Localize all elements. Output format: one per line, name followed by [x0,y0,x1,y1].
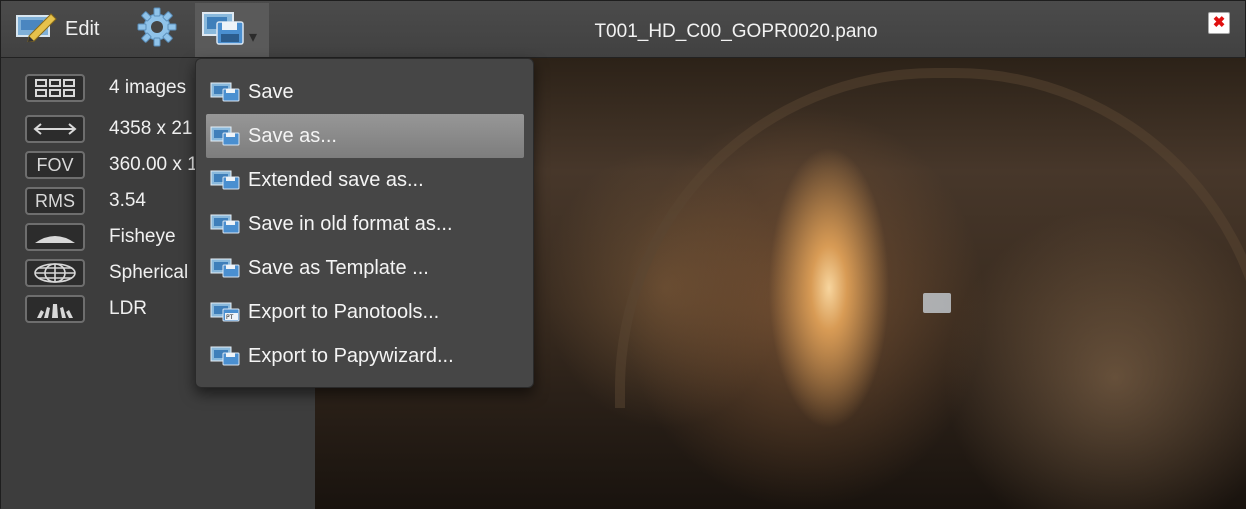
chevron-down-icon[interactable]: ▾ [249,27,257,47]
menu-item-extended-save-as[interactable]: Extended save as... [206,158,524,202]
save-icon [210,346,240,366]
pano-size: 4358 x 21 [109,118,193,139]
preview-light-spot [923,293,951,313]
menu-item-label: Extended save as... [248,168,424,191]
edit-label: Edit [65,17,100,40]
info-row-images: 4 images [25,73,186,103]
fisheye-lens-icon [25,223,85,251]
save-menu-button[interactable]: ▾ [195,3,269,57]
main-window: Edit ▾ T001_HD_C00_GOPR0020.pano ✖ 4 ima… [0,0,1246,509]
save-dropdown-menu: Save Save as... Extended save as... Save… [195,58,534,388]
grid-icon [25,74,85,102]
preview-arch-shape [615,68,1246,408]
info-row-rms: RMS 3.54 [25,186,146,216]
window-title: T001_HD_C00_GOPR0020.pano [594,21,878,42]
lens-type: Fisheye [109,226,176,247]
close-button[interactable]: ✖ [1208,12,1230,34]
info-row-fov: FOV 360.00 x 1 [25,150,198,180]
spherical-projection-icon [25,259,85,287]
projection-type: Spherical [109,262,189,283]
menu-item-save-as[interactable]: Save as... [206,114,524,158]
menu-item-save-old-format[interactable]: Save in old format as... [206,202,524,246]
images-count: 4 images [109,77,187,98]
edit-button[interactable]: Edit [15,9,123,49]
menu-item-export-panotools[interactable]: PT Export to Panotools... [206,290,524,334]
dynamic-range-icon [25,295,85,323]
menu-item-label: Save in old format as... [248,212,453,235]
range-type: LDR [109,298,148,319]
menu-item-label: Save [248,80,294,103]
fov-value: 360.00 x 1 [109,154,198,175]
settings-button[interactable] [135,7,179,52]
gear-icon [137,7,177,52]
fov-icon: FOV [25,151,85,179]
pt-badge: PT [226,314,234,321]
save-icon [210,214,240,234]
save-icon [210,126,240,146]
menu-item-export-papywizard[interactable]: Export to Papywizard... [206,334,524,378]
info-row-size: 4358 x 21 [25,114,192,144]
save-icon [210,82,240,102]
menu-item-label: Save as Template ... [248,256,429,279]
toolbar: Edit ▾ T001_HD_C00_GOPR0020.pano ✖ [1,1,1245,58]
rms-icon: RMS [25,187,85,215]
width-arrows-icon [25,115,85,143]
info-row-lens: Fisheye [25,222,176,252]
menu-item-label: Export to Panotools... [248,300,440,323]
save-icon [210,170,240,190]
menu-item-label: Export to Papywizard... [248,344,454,367]
pencil-edit-icon [15,10,57,48]
info-row-range: LDR [25,294,147,324]
close-icon: ✖ [1212,14,1226,31]
save-disk-icon [201,10,245,51]
menu-item-label: Save as... [248,124,337,147]
info-row-projection: Spherical [25,258,188,288]
menu-item-save-template[interactable]: Save as Template ... [206,246,524,290]
save-pt-icon: PT [210,302,240,322]
rms-value: 3.54 [109,190,146,211]
save-icon [210,258,240,278]
menu-item-save[interactable]: Save [206,70,524,114]
